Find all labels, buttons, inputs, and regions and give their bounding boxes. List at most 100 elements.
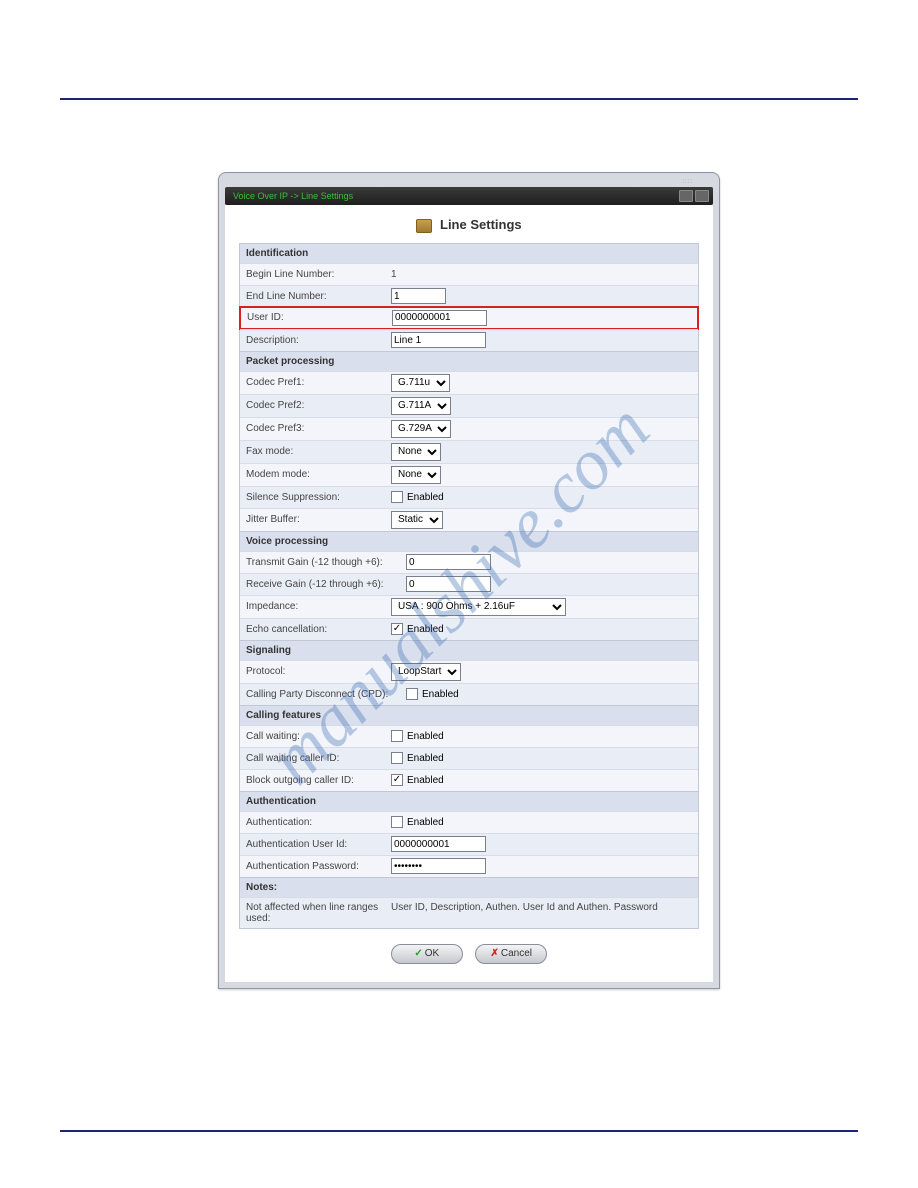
block-out-label: Block outgoing caller ID: bbox=[246, 775, 391, 786]
block-out-checkbox[interactable] bbox=[391, 774, 403, 786]
auth-user-label: Authentication User Id: bbox=[246, 839, 391, 850]
user-id-label: User ID: bbox=[247, 312, 392, 323]
call-waiting-enabled-text: Enabled bbox=[407, 731, 444, 742]
call-waiting-label: Call waiting: bbox=[246, 731, 391, 742]
section-signaling: Signaling bbox=[240, 640, 698, 660]
titlebar-icons bbox=[679, 190, 709, 202]
row-codec2: Codec Pref2: G.711A bbox=[240, 394, 698, 417]
end-line-label: End Line Number: bbox=[246, 291, 391, 302]
titlebar-icon-2[interactable] bbox=[695, 190, 709, 202]
silence-enabled-text: Enabled bbox=[407, 492, 444, 503]
row-jitter: Jitter Buffer: Static bbox=[240, 508, 698, 531]
titlebar-icon-1[interactable] bbox=[679, 190, 693, 202]
section-auth: Authentication bbox=[240, 791, 698, 811]
row-impedance: Impedance: USA : 900 Ohms + 2.16uF bbox=[240, 595, 698, 618]
row-description: Description: bbox=[240, 329, 698, 351]
jitter-select[interactable]: Static bbox=[391, 511, 443, 529]
row-auth-user: Authentication User Id: bbox=[240, 833, 698, 855]
modem-label: Modem mode: bbox=[246, 469, 391, 480]
row-auth: Authentication: Enabled bbox=[240, 811, 698, 833]
row-codec1: Codec Pref1: G.711u bbox=[240, 371, 698, 394]
codec1-label: Codec Pref1: bbox=[246, 377, 391, 388]
auth-label: Authentication: bbox=[246, 817, 391, 828]
user-id-input[interactable] bbox=[392, 310, 487, 326]
auth-user-input[interactable] bbox=[391, 836, 486, 852]
call-waiting-checkbox[interactable] bbox=[391, 730, 403, 742]
row-user-id: User ID: bbox=[239, 306, 699, 330]
auth-enabled-text: Enabled bbox=[407, 817, 444, 828]
codec3-label: Codec Pref3: bbox=[246, 423, 391, 434]
row-notes: Not affected when line ranges used: User… bbox=[240, 897, 698, 928]
section-calling: Calling features bbox=[240, 705, 698, 725]
jitter-label: Jitter Buffer: bbox=[246, 514, 391, 525]
silence-checkbox[interactable] bbox=[391, 491, 403, 503]
title-bar: Voice Over IP -> Line Settings bbox=[225, 187, 713, 205]
phone-icon bbox=[416, 219, 432, 233]
row-silence: Silence Suppression: Enabled bbox=[240, 486, 698, 508]
notes-value: User ID, Description, Authen. User Id an… bbox=[391, 902, 692, 924]
description-label: Description: bbox=[246, 335, 391, 346]
cpd-label: Calling Party Disconnect (CPD): bbox=[246, 689, 406, 700]
page-rule-top bbox=[60, 98, 858, 100]
codec1-select[interactable]: G.711u bbox=[391, 374, 450, 392]
begin-line-value: 1 bbox=[391, 269, 692, 280]
row-end-line: End Line Number: bbox=[240, 285, 698, 307]
impedance-select[interactable]: USA : 900 Ohms + 2.16uF bbox=[391, 598, 566, 616]
echo-checkbox[interactable] bbox=[391, 623, 403, 635]
protocol-label: Protocol: bbox=[246, 666, 391, 677]
row-rx-gain: Receive Gain (-12 through +6): bbox=[240, 573, 698, 595]
codec2-select[interactable]: G.711A bbox=[391, 397, 451, 415]
section-voice: Voice processing bbox=[240, 531, 698, 551]
page-rule-bottom bbox=[60, 1130, 858, 1132]
auth-checkbox[interactable] bbox=[391, 816, 403, 828]
silence-label: Silence Suppression: bbox=[246, 492, 391, 503]
breadcrumb: Voice Over IP -> Line Settings bbox=[229, 191, 353, 201]
row-begin-line: Begin Line Number: 1 bbox=[240, 263, 698, 285]
cw-caller-id-enabled-text: Enabled bbox=[407, 753, 444, 764]
row-tx-gain: Transmit Gain (-12 though +6): bbox=[240, 551, 698, 573]
impedance-label: Impedance: bbox=[246, 601, 391, 612]
page-title-text: Line Settings bbox=[440, 217, 522, 232]
window-grip: :::: bbox=[225, 179, 713, 187]
cpd-checkbox[interactable] bbox=[406, 688, 418, 700]
button-bar: ✓OK ✗Cancel bbox=[225, 929, 713, 964]
protocol-select[interactable]: LoopStart bbox=[391, 663, 461, 681]
row-cpd: Calling Party Disconnect (CPD): Enabled bbox=[240, 683, 698, 705]
check-icon: ✓ bbox=[414, 948, 422, 959]
row-codec3: Codec Pref3: G.729A bbox=[240, 417, 698, 440]
row-call-waiting: Call waiting: Enabled bbox=[240, 725, 698, 747]
codec2-label: Codec Pref2: bbox=[246, 400, 391, 411]
row-modem: Modem mode: None bbox=[240, 463, 698, 486]
echo-label: Echo cancellation: bbox=[246, 624, 391, 635]
ok-button[interactable]: ✓OK bbox=[391, 944, 463, 964]
notes-label: Not affected when line ranges used: bbox=[246, 902, 391, 924]
tx-gain-input[interactable] bbox=[406, 554, 491, 570]
cpd-enabled-text: Enabled bbox=[422, 689, 459, 700]
section-identification: Identification bbox=[240, 244, 698, 263]
cross-icon: ✗ bbox=[490, 948, 498, 959]
description-input[interactable] bbox=[391, 332, 486, 348]
modem-select[interactable]: None bbox=[391, 466, 441, 484]
begin-line-label: Begin Line Number: bbox=[246, 269, 391, 280]
row-fax: Fax mode: None bbox=[240, 440, 698, 463]
tx-gain-label: Transmit Gain (-12 though +6): bbox=[246, 557, 406, 568]
codec3-select[interactable]: G.729A bbox=[391, 420, 451, 438]
row-echo: Echo cancellation: Enabled bbox=[240, 618, 698, 640]
end-line-input[interactable] bbox=[391, 288, 446, 304]
cw-caller-id-label: Call waiting caller ID: bbox=[246, 753, 391, 764]
auth-pw-label: Authentication Password: bbox=[246, 861, 391, 872]
row-protocol: Protocol: LoopStart bbox=[240, 660, 698, 683]
section-notes: Notes: bbox=[240, 877, 698, 897]
row-block-out: Block outgoing caller ID: Enabled bbox=[240, 769, 698, 791]
fax-select[interactable]: None bbox=[391, 443, 441, 461]
row-auth-pw: Authentication Password: bbox=[240, 855, 698, 877]
rx-gain-input[interactable] bbox=[406, 576, 491, 592]
cancel-button[interactable]: ✗Cancel bbox=[475, 944, 547, 964]
cw-caller-id-checkbox[interactable] bbox=[391, 752, 403, 764]
form-box: Identification Begin Line Number: 1 End … bbox=[239, 243, 699, 929]
row-cw-caller-id: Call waiting caller ID: Enabled bbox=[240, 747, 698, 769]
rx-gain-label: Receive Gain (-12 through +6): bbox=[246, 579, 406, 590]
echo-enabled-text: Enabled bbox=[407, 624, 444, 635]
block-out-enabled-text: Enabled bbox=[407, 775, 444, 786]
auth-pw-input[interactable] bbox=[391, 858, 486, 874]
